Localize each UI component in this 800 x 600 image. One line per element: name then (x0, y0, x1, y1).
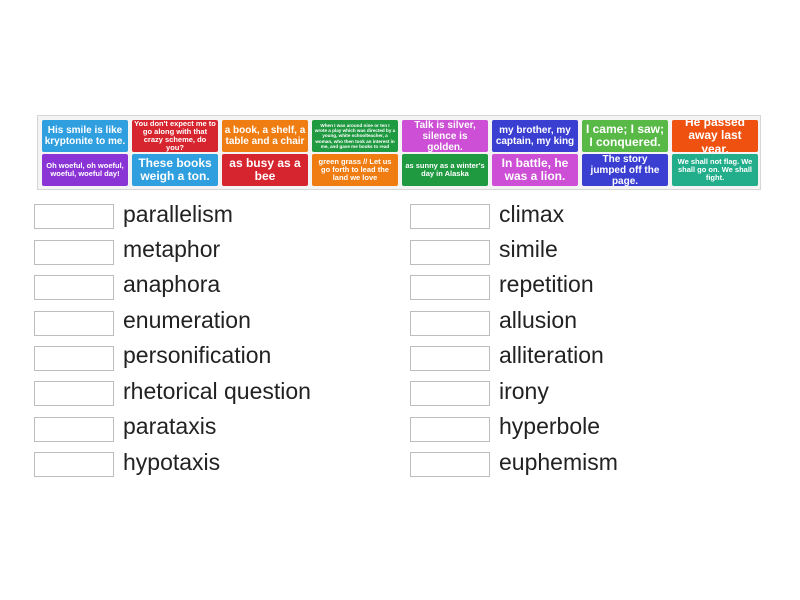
drop-zone-simile[interactable] (410, 240, 490, 265)
tile-in-battle[interactable]: In battle, he was a lion. (492, 154, 578, 186)
tile-text: You don't expect me to go along with tha… (134, 120, 216, 152)
tile-he-passed[interactable]: He passed away last year. (672, 120, 758, 152)
term-euphemism: euphemism (499, 449, 618, 475)
tile-text: a book, a shelf, a table and a chair (224, 125, 306, 147)
drop-zone-repetition[interactable] (410, 275, 490, 300)
tile-book-shelf[interactable]: a book, a shelf, a table and a chair (222, 120, 308, 152)
drop-zone-euphemism[interactable] (410, 452, 490, 477)
drop-zone-metaphor[interactable] (34, 240, 114, 265)
term-metaphor: metaphor (123, 236, 221, 262)
drop-zone-alliteration[interactable] (410, 346, 490, 371)
term-enumeration: enumeration (123, 307, 251, 333)
drop-zone-climax[interactable] (410, 204, 490, 229)
tile-my-brother[interactable]: my brother, my captain, my king (492, 120, 578, 152)
term-hypotaxis: hypotaxis (123, 449, 221, 475)
term-parataxis: parataxis (123, 413, 217, 439)
term-irony: irony (499, 378, 549, 404)
drop-zone-parallelism[interactable] (34, 204, 114, 229)
drop-zone-anaphora[interactable] (34, 275, 114, 300)
tile-his-smile[interactable]: His smile is like kryptonite to me. (42, 120, 128, 152)
tile-text: When I was around nine or ten I wrote a … (314, 122, 396, 149)
term-repetition: repetition (499, 271, 594, 297)
drop-zone-irony[interactable] (410, 381, 490, 406)
tile-text: my brother, my captain, my king (495, 125, 575, 147)
tile-text: Talk is silver, silence is golden. (414, 120, 476, 152)
tile-we-shall-not-flag[interactable]: We shall not flag. We shall go on. We sh… (672, 154, 758, 186)
term-allusion: allusion (499, 307, 577, 333)
tile-text: He passed away last year. (684, 120, 746, 152)
tile-these-books[interactable]: These books weigh a ton. (132, 154, 218, 186)
tile-as-busy[interactable]: as busy as a bee (222, 154, 308, 186)
tile-talk-is-silver[interactable]: Talk is silver, silence is golden. (402, 120, 488, 152)
tile-green-grass[interactable]: green grass // Let us go forth to lead t… (312, 154, 398, 186)
tile-text: as busy as a bee (229, 155, 301, 183)
tile-as-sunny[interactable]: as sunny as a winter's day in Alaska (402, 154, 488, 186)
term-rhetorical-question: rhetorical question (123, 378, 311, 404)
tile-text: The story jumped off the page. (590, 154, 660, 186)
tile-when-i-was-around[interactable]: When I was around nine or ten I wrote a … (312, 120, 398, 152)
tile-you-dont-expect[interactable]: You don't expect me to go along with tha… (132, 120, 218, 152)
tile-text: I came; I saw; I conquered. (585, 121, 665, 149)
drop-zone-hypotaxis[interactable] (34, 452, 114, 477)
tile-story-jumped[interactable]: The story jumped off the page. (582, 154, 668, 186)
drop-zone-personification[interactable] (34, 346, 114, 371)
term-hyperbole: hyperbole (499, 413, 601, 439)
tile-text: Oh woeful, oh woeful, woeful, woeful day… (46, 160, 124, 178)
tile-text: green grass // Let us go forth to lead t… (318, 156, 392, 183)
term-anaphora: anaphora (123, 271, 221, 297)
tile-tray: His smile is like kryptonite to me. You … (37, 115, 761, 190)
drop-zone-parataxis[interactable] (34, 417, 114, 442)
tile-text: These books weigh a ton. (138, 155, 212, 183)
tile-i-came[interactable]: I came; I saw; I conquered. (582, 120, 668, 152)
tile-text: His smile is like kryptonite to me. (44, 125, 126, 147)
drop-zone-allusion[interactable] (410, 311, 490, 336)
drop-zone-rhetorical-question[interactable] (34, 381, 114, 406)
tile-oh-woeful[interactable]: Oh woeful, oh woeful, woeful, woeful day… (42, 154, 128, 186)
drop-zone-hyperbole[interactable] (410, 417, 490, 442)
term-personification: personification (123, 342, 272, 368)
tile-text: In battle, he was a lion. (501, 155, 569, 183)
term-parallelism: parallelism (123, 201, 233, 227)
term-climax: climax (499, 201, 565, 227)
tile-text: as sunny as a winter's day in Alaska (405, 160, 485, 178)
term-alliteration: alliteration (499, 342, 604, 368)
drop-zone-enumeration[interactable] (34, 311, 114, 336)
term-simile: simile (499, 236, 558, 262)
tile-text: We shall not flag. We shall go on. We sh… (677, 156, 753, 183)
